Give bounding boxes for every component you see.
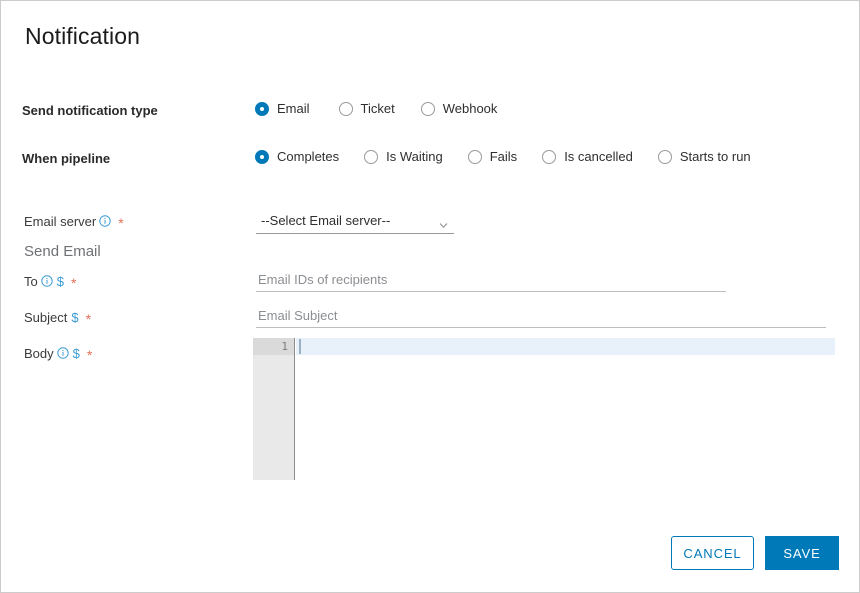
editor-text-cursor [299,339,301,354]
info-circle-icon[interactable] [56,347,69,359]
subject-required-marker: * [85,311,92,327]
email-server-select[interactable]: --Select Email server-- [256,210,454,234]
radio-indicator-starts-to-run [657,150,672,164]
radio-indicator-fails [467,150,482,164]
to-required-marker: * [70,275,77,291]
radio-indicator-webhook [420,102,435,116]
notification-dialog: Notification Send notification type Emai… [0,0,860,593]
radio-indicator-is-cancelled [542,150,557,164]
radio-label-webhook: Webhook [442,101,498,116]
radio-label-ticket: Ticket [360,101,395,116]
radio-when-pipeline-is-cancelled[interactable]: Is cancelled [542,149,633,165]
when-pipeline-radio-group: Completes Is Waiting Fails Is cancelled … [255,149,751,165]
editor-gutter: 1 [253,338,295,480]
radio-when-pipeline-fails[interactable]: Fails [467,149,518,165]
radio-notification-type-email[interactable]: Email [255,101,310,117]
subject-label-group: Subject $ * [24,309,91,328]
send-notification-type-radio-group: Email Ticket Webhook [255,101,497,117]
cancel-button[interactable]: CANCEL [671,536,754,570]
page-title: Notification [25,23,140,49]
body-label: Body [24,346,54,361]
radio-notification-type-ticket[interactable]: Ticket [338,101,395,117]
info-circle-icon[interactable] [99,215,111,227]
send-notification-type-label: Send notification type [22,103,158,118]
save-button[interactable]: SAVE [765,536,839,570]
radio-label-is-waiting: Is Waiting [386,149,443,164]
to-variable-marker[interactable]: $ [57,274,64,289]
radio-indicator-email [255,102,269,116]
to-label: To [24,274,38,289]
radio-label-completes: Completes [277,149,340,164]
radio-when-pipeline-completes[interactable]: Completes [255,149,339,165]
subject-variable-marker[interactable]: $ [71,310,78,325]
email-server-selected-value: --Select Email server-- [261,213,391,228]
chevron-down-icon [439,217,448,229]
radio-label-fails: Fails [489,149,518,164]
radio-indicator-ticket [338,102,353,116]
editor-active-line-highlight [296,338,835,355]
radio-indicator-completes [255,150,269,164]
email-server-required-marker: * [118,215,124,231]
email-server-label: Email server [24,214,97,229]
subject-label: Subject [24,310,68,325]
radio-notification-type-webhook[interactable]: Webhook [420,101,498,117]
radio-when-pipeline-is-waiting[interactable]: Is Waiting [364,149,443,165]
info-circle-icon[interactable] [41,275,53,287]
body-required-marker: * [86,347,93,363]
editor-line-number: 1 [281,340,288,353]
send-email-section-header: Send Email [24,243,101,260]
radio-label-is-cancelled: Is cancelled [564,149,633,164]
body-code-editor[interactable]: 1 [253,338,835,480]
radio-label-email: Email [277,101,310,116]
body-label-group: Body $ * [24,345,92,364]
to-label-group: To $ * [24,273,76,292]
email-server-label-group: Email server * [24,213,124,232]
when-pipeline-label: When pipeline [22,151,111,166]
to-input[interactable] [256,270,726,292]
radio-label-starts-to-run: Starts to run [679,149,751,164]
radio-when-pipeline-starts-to-run[interactable]: Starts to run [657,149,751,165]
radio-indicator-is-waiting [364,150,379,164]
subject-input[interactable] [256,306,826,328]
body-variable-marker[interactable]: $ [73,346,80,361]
